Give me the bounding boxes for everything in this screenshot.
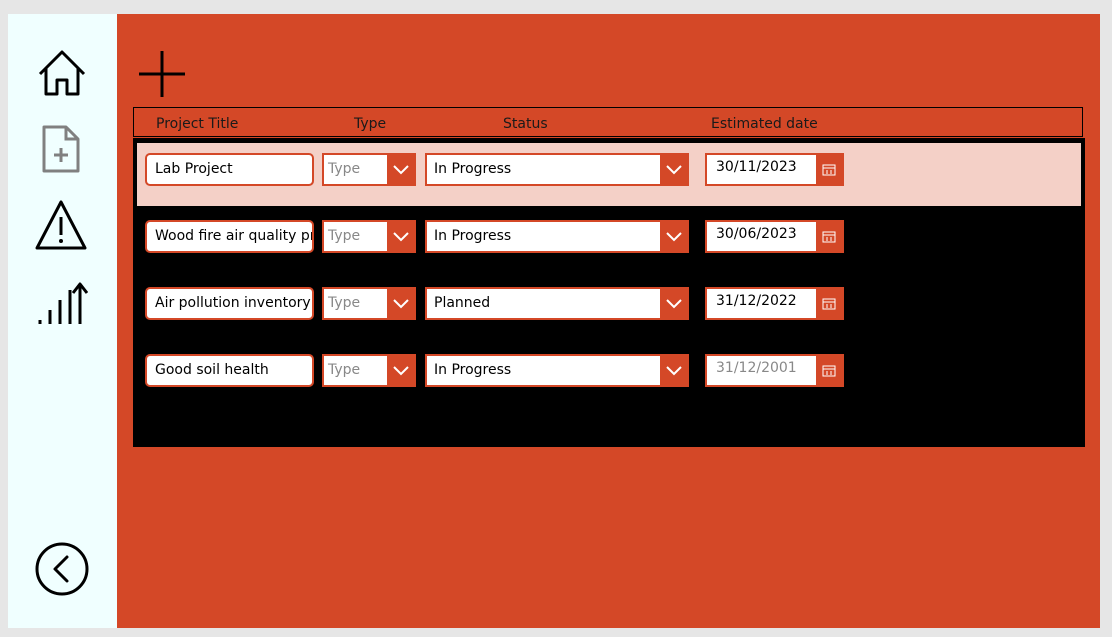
column-header-estimated-date: Estimated date	[711, 116, 818, 132]
back-arrow-icon[interactable]	[34, 541, 90, 597]
estimated-date-picker[interactable]: 30/06/2023	[705, 220, 844, 253]
status-dropdown-value: In Progress	[434, 161, 512, 177]
type-dropdown-value: Type	[328, 295, 361, 311]
estimated-date-value: 31/12/2022	[716, 293, 797, 309]
status-dropdown[interactable]: In Progress	[425, 153, 689, 186]
add-icon[interactable]	[137, 49, 187, 99]
gallery-row[interactable]: Good soil health Type In Progress 31/12/…	[137, 344, 1081, 407]
type-dropdown-value: Type	[328, 161, 361, 177]
status-dropdown-value: Planned	[434, 295, 491, 311]
project-title-input[interactable]: Wood fire air quality project	[145, 220, 314, 253]
app-screen: Project Title Type Status Estimated date…	[8, 14, 1100, 628]
project-title-input[interactable]: Air pollution inventory project	[145, 287, 314, 320]
gallery-row[interactable]: Wood fire air quality project Type In Pr…	[137, 210, 1081, 273]
calendar-icon[interactable]	[816, 222, 842, 251]
project-gallery: Lab Project Type In Progress 30/11/2023 …	[133, 138, 1085, 447]
new-document-icon[interactable]	[41, 124, 81, 174]
status-dropdown-value: In Progress	[434, 228, 512, 244]
column-header-type: Type	[354, 116, 387, 132]
estimated-date-picker[interactable]: 30/11/2023	[705, 153, 844, 186]
type-dropdown[interactable]: Type	[322, 153, 416, 186]
sidebar	[8, 14, 117, 628]
calendar-icon[interactable]	[816, 155, 842, 184]
chevron-down-icon[interactable]	[660, 356, 687, 385]
column-header-project-title: Project Title	[156, 116, 239, 132]
main-panel: Project Title Type Status Estimated date…	[117, 14, 1100, 628]
status-dropdown[interactable]: Planned	[425, 287, 689, 320]
chevron-down-icon[interactable]	[387, 289, 414, 318]
status-dropdown-value: In Progress	[434, 362, 512, 378]
column-header-bar: Project Title Type Status Estimated date	[133, 107, 1083, 137]
project-title-input[interactable]: Good soil health	[145, 354, 314, 387]
warning-icon[interactable]	[34, 199, 88, 251]
type-dropdown[interactable]: Type	[322, 220, 416, 253]
type-dropdown-value: Type	[328, 362, 361, 378]
chevron-down-icon[interactable]	[660, 289, 687, 318]
type-dropdown[interactable]: Type	[322, 287, 416, 320]
chevron-down-icon[interactable]	[387, 356, 414, 385]
type-dropdown[interactable]: Type	[322, 354, 416, 387]
status-dropdown[interactable]: In Progress	[425, 220, 689, 253]
gallery-row[interactable]: Lab Project Type In Progress 30/11/2023	[137, 143, 1081, 206]
home-icon[interactable]	[36, 48, 88, 98]
column-header-status: Status	[503, 116, 548, 132]
estimated-date-picker[interactable]: 31/12/2001	[705, 354, 844, 387]
estimated-date-value: 30/11/2023	[716, 159, 797, 175]
estimated-date-value: 31/12/2001	[716, 360, 797, 376]
type-dropdown-value: Type	[328, 228, 361, 244]
estimated-date-picker[interactable]: 31/12/2022	[705, 287, 844, 320]
chevron-down-icon[interactable]	[660, 222, 687, 251]
status-dropdown[interactable]: In Progress	[425, 354, 689, 387]
project-title-input[interactable]: Lab Project	[145, 153, 314, 186]
estimated-date-value: 30/06/2023	[716, 226, 797, 242]
chevron-down-icon[interactable]	[660, 155, 687, 184]
chart-bars-icon[interactable]	[36, 280, 88, 328]
chevron-down-icon[interactable]	[387, 155, 414, 184]
gallery-row[interactable]: Air pollution inventory project Type Pla…	[137, 277, 1081, 340]
calendar-icon[interactable]	[816, 289, 842, 318]
calendar-icon[interactable]	[816, 356, 842, 385]
chevron-down-icon[interactable]	[387, 222, 414, 251]
